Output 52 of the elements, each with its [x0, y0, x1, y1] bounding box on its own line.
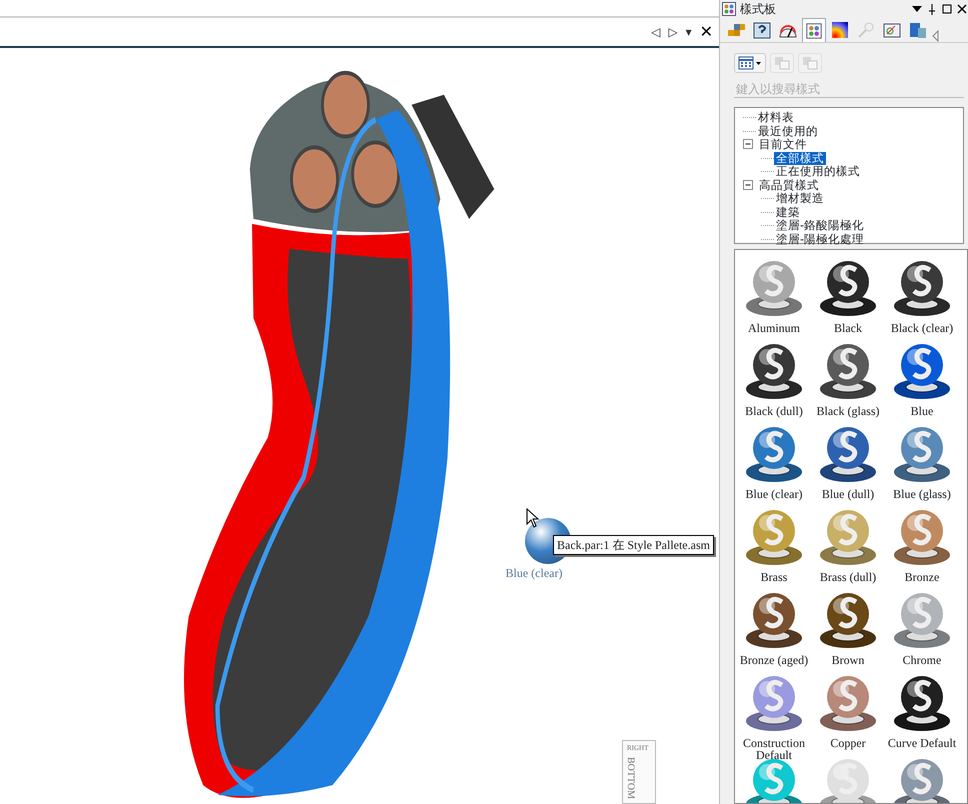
help-icon [752, 20, 772, 40]
palette-icon [805, 20, 823, 40]
tree-item[interactable]: 建築 [774, 206, 802, 219]
tree-item[interactable]: 最近使用的 [756, 124, 820, 138]
material-label: Construction Default [742, 737, 806, 761]
view-mode-button[interactable] [734, 53, 766, 73]
material-label: Brown [832, 654, 864, 666]
material-label: Blue (dull) [822, 488, 874, 500]
key-icon [856, 20, 876, 40]
material-label: Copper [830, 737, 866, 749]
material-label: Aluminum [748, 322, 800, 334]
close-button[interactable] [956, 2, 968, 14]
maximize-button[interactable] [941, 2, 953, 14]
search-field[interactable]: 鍵入以搜尋樣式 [734, 81, 964, 98]
tree-item[interactable]: 全部樣式 [774, 152, 826, 165]
material-label: Blue (clear) [746, 488, 802, 500]
material-label: Black (dull) [745, 405, 803, 417]
tree-item[interactable]: 目前文件 [757, 138, 809, 152]
tree-item[interactable]: 高品質樣式 [757, 178, 821, 192]
material-label: Bronze [904, 571, 940, 583]
tree-item[interactable]: 正在使用的樣式 [774, 165, 862, 178]
drag-preview-label: Blue (clear) [506, 565, 562, 582]
palette-icon [722, 2, 736, 16]
material-label: Curve Default [888, 737, 956, 749]
close-button[interactable]: ✕ [698, 24, 715, 40]
material-label: Blue [910, 405, 934, 417]
material-label: Brass (dull) [820, 571, 876, 583]
tree-item[interactable]: 材料表 [756, 111, 796, 124]
next-button[interactable]: ▷ [666, 26, 680, 38]
collapse-icon[interactable] [743, 139, 754, 150]
tooltip: Back.par:1 在 Style Pallete.asm [553, 535, 714, 555]
panels-icon [908, 20, 928, 40]
panel-title: 樣式板 [740, 2, 776, 14]
material-label: Black [834, 322, 862, 334]
tree-item[interactable]: 增材製造 [774, 192, 826, 206]
material-label: Chrome [902, 654, 942, 666]
previous-button[interactable]: ◁ [649, 26, 662, 38]
material-label: Blue (glass) [893, 488, 951, 500]
gradient-icon [830, 20, 850, 40]
dropdown-button[interactable]: ▾ [684, 26, 694, 38]
material-label: Brass [760, 571, 788, 583]
material-label: Bronze (aged) [740, 654, 808, 666]
pin-button[interactable] [926, 2, 938, 14]
cursor-icon [526, 508, 540, 528]
cube-face-label: BOTTOM [625, 756, 636, 800]
tree-item[interactable]: 塗層-鉻酸陽極化 [774, 219, 866, 232]
style-tab[interactable] [802, 18, 826, 42]
material-label: Black (clear) [890, 322, 954, 334]
material-label: Black (glass) [816, 405, 880, 417]
scroll-left-icon[interactable] [932, 30, 940, 42]
tree-item[interactable]: 塗層-陽極化處理 [774, 232, 866, 246]
collapse-icon[interactable] [743, 180, 754, 191]
